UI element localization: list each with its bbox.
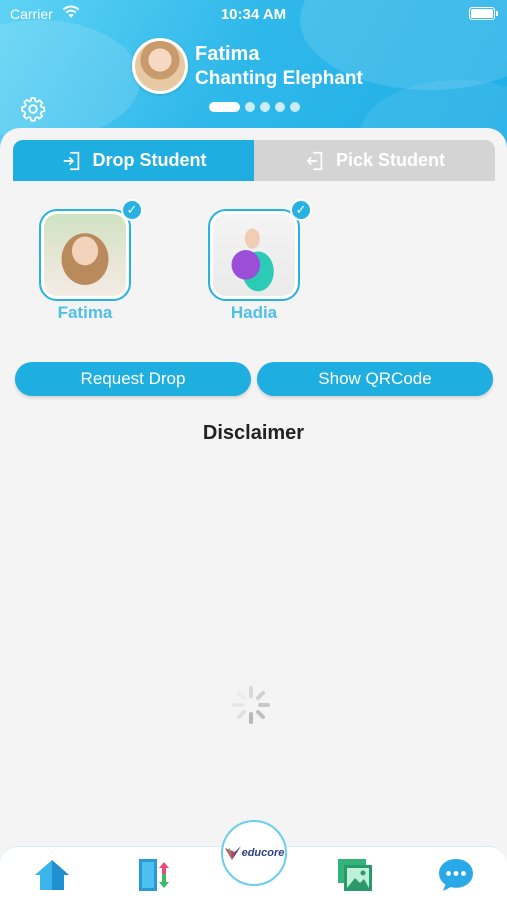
profile-name: Fatima [195, 43, 260, 65]
clock: 10:34 AM [220, 6, 287, 23]
educore-logo-icon [224, 846, 241, 860]
check-icon: ✓ [121, 199, 143, 221]
tab-pick-student[interactable]: Pick Student [254, 140, 495, 181]
nav-gallery[interactable] [335, 855, 375, 895]
gear-icon[interactable] [20, 96, 46, 122]
chat-icon [439, 859, 473, 891]
header-decoration [0, 20, 140, 140]
tab-bar: Drop Student Pick Student [13, 140, 495, 181]
page-dot[interactable] [245, 102, 255, 112]
page-dot[interactable] [290, 102, 300, 112]
content-card: Drop Student Pick Student ✓ Fatima ✓ Had… [0, 128, 507, 900]
tab-label: Drop Student [92, 150, 207, 170]
student-name: Fatima [57, 303, 113, 322]
profile-class: Chanting Elephant [195, 68, 363, 89]
loading-spinner-icon [232, 686, 270, 724]
student-photo[interactable] [208, 209, 300, 301]
page-dot[interactable] [260, 102, 270, 112]
student-photo[interactable] [39, 209, 131, 301]
pickup-drop-icon [139, 859, 169, 891]
status-bar: Carrier 10:34 AM [0, 0, 507, 30]
nav-home[interactable] [32, 855, 72, 895]
student-card-hadia[interactable]: ✓ Hadia [208, 199, 312, 323]
sign-in-icon [63, 151, 79, 170]
educore-logo-text: educore [241, 847, 285, 859]
tab-label: Pick Student [335, 150, 446, 170]
page-indicator[interactable] [209, 102, 300, 112]
gallery-icon [338, 859, 372, 891]
student-card-fatima[interactable]: ✓ Fatima [39, 199, 143, 323]
nav-pickup-drop[interactable] [134, 855, 174, 895]
tab-drop-student[interactable]: Drop Student [13, 140, 254, 181]
show-qrcode-button[interactable]: Show QRCode [257, 362, 493, 396]
home-icon [35, 860, 69, 890]
sign-out-icon [306, 151, 323, 170]
check-icon: ✓ [290, 199, 312, 221]
page-dot[interactable] [275, 102, 285, 112]
page-dot[interactable] [209, 102, 240, 112]
educore-logo-button[interactable]: educore [221, 820, 287, 886]
nav-chat[interactable] [436, 855, 476, 895]
profile-avatar[interactable] [132, 38, 188, 94]
battery-icon [469, 7, 498, 20]
disclaimer-heading: Disclaimer [202, 422, 305, 444]
student-name: Hadia [230, 303, 278, 322]
request-drop-button[interactable]: Request Drop [15, 362, 251, 396]
